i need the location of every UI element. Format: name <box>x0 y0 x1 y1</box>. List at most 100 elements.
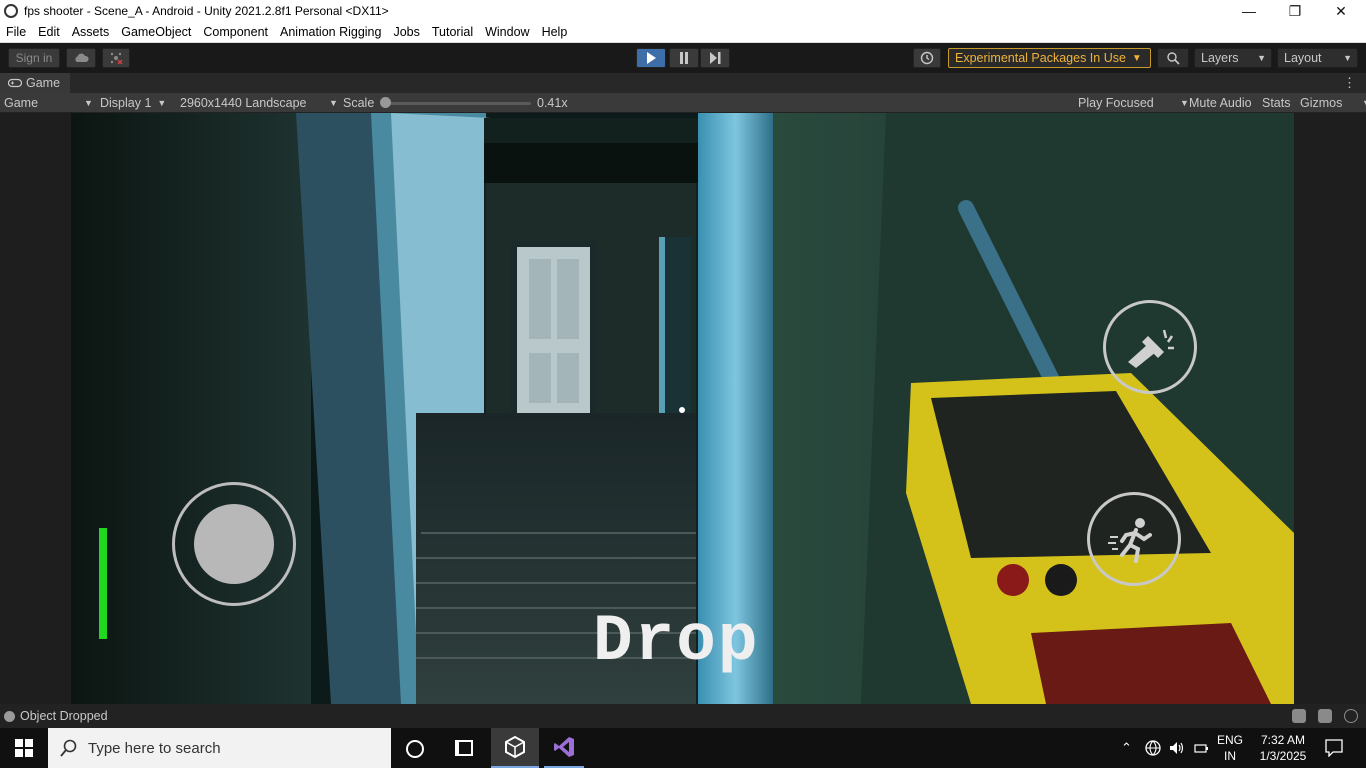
gamepad-icon <box>8 78 22 88</box>
menu-tutorial[interactable]: Tutorial <box>426 25 479 39</box>
info-icon <box>4 710 15 722</box>
joystick-knob[interactable] <box>194 504 274 584</box>
health-bar-fill <box>99 528 107 639</box>
caret-down-icon: ▼ <box>329 98 338 108</box>
battery-icon[interactable] <box>1193 740 1209 756</box>
crosshair-dot <box>679 407 685 413</box>
tab-game-label: Game <box>26 76 61 90</box>
search-icon <box>60 739 77 757</box>
status-message: Object Dropped <box>20 709 108 723</box>
more-options-icon[interactable]: ⋮ <box>1343 75 1356 91</box>
minimize-button[interactable]: — <box>1226 0 1272 22</box>
speaker-icon[interactable] <box>1169 740 1185 756</box>
caret-down-icon: ▼ <box>1257 53 1266 63</box>
menu-edit[interactable]: Edit <box>32 25 66 39</box>
scale-label: Scale <box>343 96 375 110</box>
language-code: ENG <box>1216 733 1243 747</box>
menu-component[interactable]: Component <box>197 25 274 39</box>
close-button[interactable]: ✕ <box>1318 0 1364 22</box>
network-globe-icon[interactable] <box>1145 740 1161 756</box>
clock-date: 1/3/2025 <box>1259 749 1307 763</box>
clock[interactable]: 7:32 AM 1/3/2025 <box>1252 732 1314 764</box>
layers-label: Layers <box>1201 51 1239 65</box>
task-view-icon[interactable] <box>455 740 473 756</box>
mute-audio-toggle[interactable]: Mute Audio <box>1189 93 1252 113</box>
drop-button-label[interactable]: Drop <box>593 604 759 679</box>
start-button[interactable] <box>0 728 48 768</box>
menu-gameobject[interactable]: GameObject <box>115 25 197 39</box>
collab-icon[interactable] <box>102 48 130 68</box>
display-label: Display 1 <box>100 96 152 110</box>
history-icon[interactable] <box>913 48 941 68</box>
flashlight-icon <box>1128 329 1174 368</box>
sprint-button[interactable] <box>1087 492 1181 586</box>
health-bar-track <box>99 528 107 639</box>
show-hidden-icons-icon[interactable]: ⌃ <box>1121 740 1132 756</box>
unity-taskbar-button[interactable] <box>491 728 539 768</box>
visual-studio-taskbar-button[interactable] <box>544 728 584 768</box>
experimental-packages-dropdown[interactable]: Experimental Packages In Use ▼ <box>948 48 1151 68</box>
debug-icon[interactable] <box>1292 709 1306 723</box>
caret-down-icon: ▼ <box>157 98 167 108</box>
sign-in-button[interactable]: Sign in <box>8 48 60 68</box>
play-button[interactable] <box>636 48 666 68</box>
game-view-toolbar: Game ▼ Display 1 ▼ 2960x1440 Landscape ▼… <box>0 93 1366 113</box>
running-person-icon <box>1108 518 1152 563</box>
status-bar: Object Dropped <box>0 704 1366 728</box>
title-bar: fps shooter - Scene_A - Android - Unity … <box>0 0 1366 22</box>
cloud-icon[interactable] <box>66 48 96 68</box>
caret-down-icon: ▼ <box>1131 52 1142 64</box>
resolution-dropdown[interactable]: 2960x1440 Landscape ▼ <box>180 93 338 113</box>
layout-dropdown[interactable]: Layout ▼ <box>1277 48 1358 68</box>
scale-slider-track[interactable] <box>386 102 531 105</box>
stats-toggle[interactable]: Stats <box>1262 93 1291 113</box>
cache-icon[interactable] <box>1318 709 1332 723</box>
menu-animation-rigging[interactable]: Animation Rigging <box>274 25 387 39</box>
windows-logo-icon <box>15 739 33 757</box>
window-title: fps shooter - Scene_A - Android - Unity … <box>24 4 389 18</box>
taskbar-search[interactable]: Type here to search <box>48 728 391 768</box>
menu-assets[interactable]: Assets <box>66 25 116 39</box>
sign-in-label: Sign in <box>15 51 53 65</box>
movement-joystick[interactable] <box>172 482 296 606</box>
visual-studio-icon <box>554 737 574 757</box>
scale-slider-handle[interactable] <box>380 97 391 108</box>
experimental-label: Experimental Packages In Use <box>955 51 1126 65</box>
view-mode-label: Game <box>4 96 39 110</box>
menu-jobs[interactable]: Jobs <box>387 25 425 39</box>
pause-button[interactable] <box>669 48 699 68</box>
search-placeholder: Type here to search <box>88 739 221 757</box>
notifications-icon[interactable] <box>1325 739 1343 757</box>
play-mode-label: Play Focused <box>1078 96 1154 110</box>
unity-logo-icon <box>4 4 18 18</box>
layers-dropdown[interactable]: Layers ▼ <box>1194 48 1272 68</box>
region-code: IN <box>1224 749 1236 763</box>
input-language[interactable]: ENG IN <box>1214 732 1246 764</box>
menu-help[interactable]: Help <box>536 25 574 39</box>
caret-down-icon: ▼ <box>1180 98 1189 108</box>
menu-bar: File Edit Assets GameObject Component An… <box>0 22 1366 43</box>
cortana-icon[interactable] <box>406 740 424 758</box>
scale-value: 0.41x <box>537 96 568 110</box>
menu-window[interactable]: Window <box>479 25 535 39</box>
check-icon[interactable] <box>1344 709 1358 723</box>
menu-file[interactable]: File <box>0 25 32 39</box>
maximize-button[interactable]: ❐ <box>1272 0 1318 22</box>
flashlight-button[interactable] <box>1103 300 1197 394</box>
step-button[interactable] <box>700 48 730 68</box>
resolution-label: 2960x1440 Landscape <box>180 96 307 110</box>
search-icon[interactable] <box>1157 48 1189 68</box>
layout-label: Layout <box>1284 51 1322 65</box>
play-focused-dropdown[interactable]: Play Focused ▼ <box>1078 93 1189 113</box>
tab-game[interactable]: Game <box>0 73 70 93</box>
gizmos-label: Gizmos <box>1300 96 1343 110</box>
caret-down-icon: ▼ <box>1343 53 1352 63</box>
caret-down-icon: ▼ <box>84 98 93 108</box>
caret-down-icon: ▼ <box>1362 98 1366 108</box>
windows-taskbar: Type here to search ⌃ ENG IN 7:32 AM 1/3… <box>0 728 1366 768</box>
gizmos-dropdown[interactable]: Gizmos ▼ <box>1300 93 1366 113</box>
view-mode-dropdown[interactable]: Game ▼ <box>4 93 93 113</box>
editor-tab-bar: Game ⋮ <box>0 73 1366 93</box>
display-dropdown[interactable]: Display 1 ▼ <box>100 93 172 113</box>
clock-time: 7:32 AM <box>1260 733 1306 747</box>
